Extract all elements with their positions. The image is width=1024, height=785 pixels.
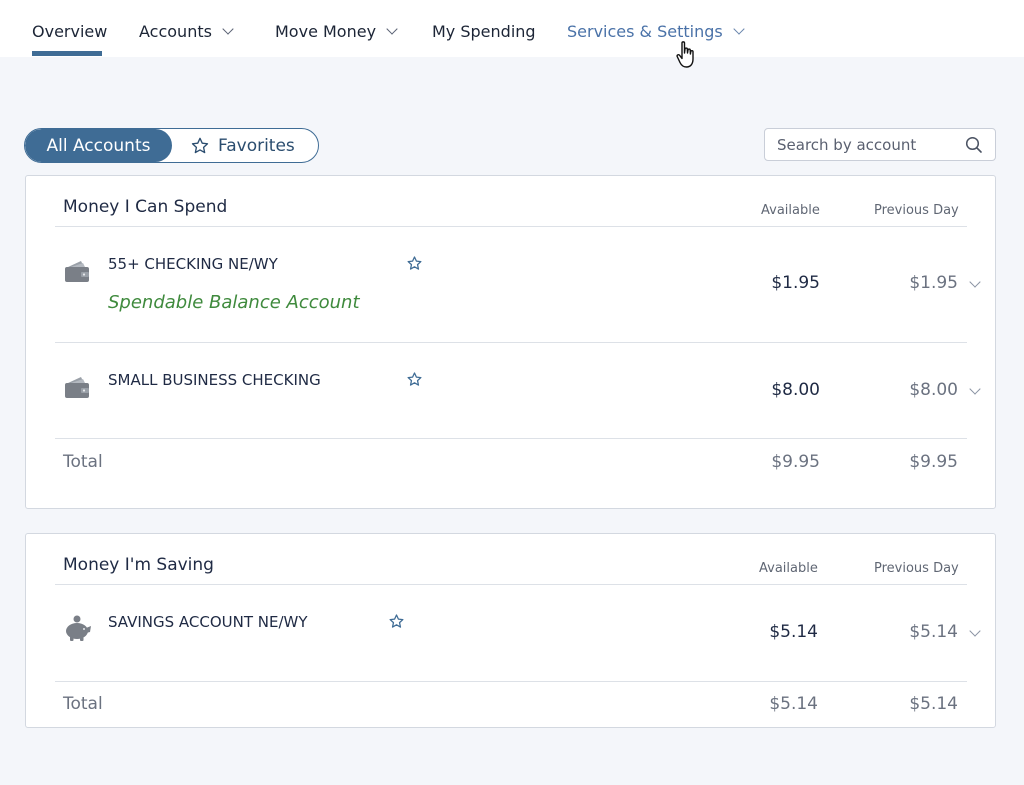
nav-services-settings-label: Services & Settings (567, 22, 723, 41)
divider (55, 438, 967, 439)
account-subtitle: Spendable Balance Account (108, 292, 360, 313)
piggy-bank-icon (66, 615, 91, 641)
chevron-down-icon[interactable] (969, 383, 981, 395)
section-title: Money I Can Spend (63, 197, 228, 217)
column-header-previous-day: Previous Day (874, 561, 959, 576)
chevron-down-icon (222, 23, 234, 35)
search-input[interactable] (777, 133, 957, 157)
favorite-star-icon[interactable] (388, 613, 405, 630)
top-nav: Overview Accounts Move Money My Spending… (0, 0, 1024, 57)
previous-day-balance: $5.14 (909, 622, 958, 642)
account-name[interactable]: SAVINGS ACCOUNT NE/WY (108, 613, 308, 631)
total-label: Total (63, 694, 103, 714)
total-available: $5.14 (769, 694, 818, 714)
star-outline-icon (191, 137, 209, 153)
previous-day-balance: $8.00 (909, 380, 958, 400)
previous-day-balance: $1.95 (909, 273, 958, 293)
available-balance: $5.14 (769, 622, 818, 642)
hand-cursor-icon (676, 41, 694, 68)
nav-active-indicator (32, 51, 102, 56)
column-header-previous-day: Previous Day (874, 203, 959, 218)
saving-accounts-card: Money I'm Saving Available Previous Day … (25, 533, 996, 728)
nav-my-spending-label: My Spending (432, 22, 536, 41)
nav-services-settings[interactable]: Services & Settings (567, 22, 745, 41)
favorite-star-icon[interactable] (406, 371, 423, 388)
nav-move-money-label: Move Money (275, 22, 377, 41)
nav-move-money[interactable]: Move Money (275, 22, 398, 41)
nav-overview-label: Overview (32, 22, 108, 41)
available-balance: $1.95 (771, 273, 820, 293)
all-accounts-tab[interactable]: All Accounts (25, 129, 172, 162)
account-name[interactable]: 55+ CHECKING NE/WY (108, 255, 278, 273)
favorites-label: Favorites (218, 135, 295, 156)
spend-accounts-card: Money I Can Spend Available Previous Day… (25, 175, 996, 509)
wallet-icon (65, 261, 89, 282)
wallet-icon (65, 377, 89, 398)
divider (55, 342, 967, 343)
divider (55, 584, 967, 585)
account-name[interactable]: SMALL BUSINESS CHECKING (108, 371, 321, 389)
chevron-down-icon (386, 23, 398, 35)
all-accounts-label: All Accounts (46, 135, 151, 156)
account-filter-toggle: All Accounts Favorites (24, 128, 319, 163)
divider (55, 226, 967, 227)
total-previous-day: $9.95 (909, 452, 958, 472)
nav-overview[interactable]: Overview (32, 22, 107, 41)
total-available: $9.95 (771, 452, 820, 472)
chevron-down-icon (733, 23, 745, 35)
column-header-available: Available (759, 561, 818, 576)
favorite-star-icon[interactable] (406, 255, 423, 272)
account-search (764, 128, 996, 161)
total-label: Total (63, 452, 103, 472)
nav-my-spending[interactable]: My Spending (432, 22, 536, 41)
divider (55, 681, 967, 682)
chevron-down-icon[interactable] (969, 625, 981, 637)
search-icon[interactable] (965, 136, 983, 154)
nav-accounts-label: Accounts (139, 22, 212, 41)
section-title: Money I'm Saving (63, 555, 214, 575)
nav-accounts[interactable]: Accounts (139, 22, 234, 41)
total-previous-day: $5.14 (909, 694, 958, 714)
favorites-tab[interactable]: Favorites (190, 129, 295, 162)
chevron-down-icon[interactable] (969, 276, 981, 288)
available-balance: $8.00 (771, 380, 820, 400)
column-header-available: Available (761, 203, 820, 218)
